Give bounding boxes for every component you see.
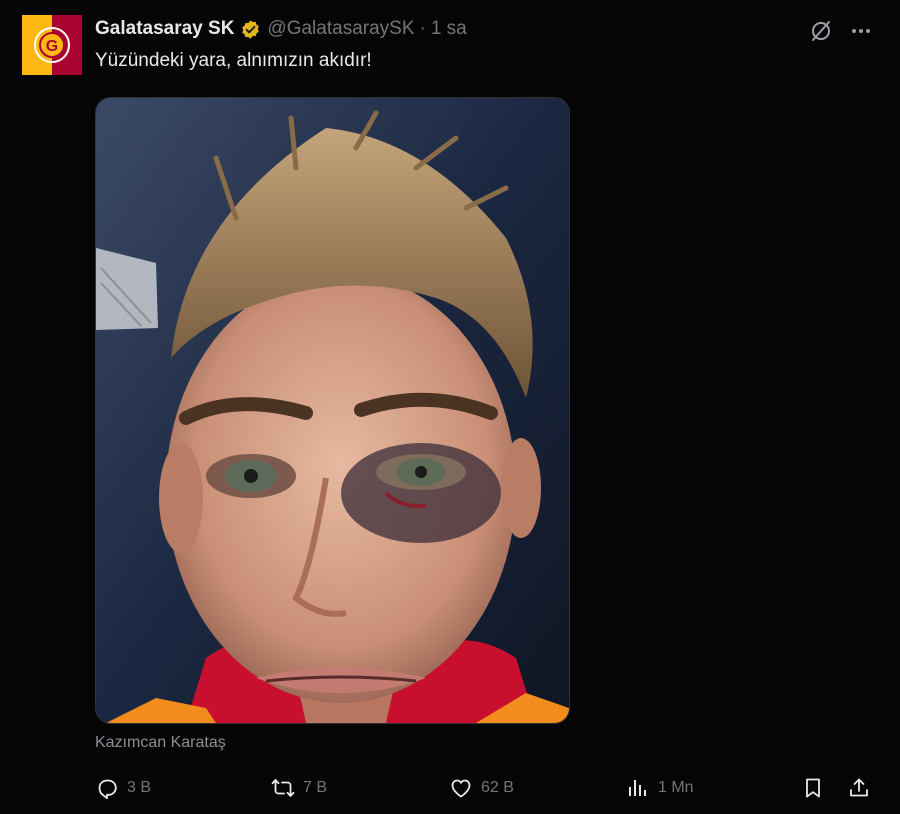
player-photo bbox=[96, 98, 569, 723]
reply-icon bbox=[95, 776, 119, 800]
more-icon[interactable] bbox=[848, 18, 874, 44]
heart-icon bbox=[449, 776, 473, 800]
repost-count: 7 B bbox=[303, 779, 328, 796]
like-count: 62 B bbox=[481, 779, 514, 796]
bookmark-icon bbox=[801, 776, 825, 800]
display-name[interactable]: Galatasaray SK bbox=[95, 18, 234, 40]
handle[interactable]: @GalatasaraySK bbox=[267, 18, 414, 40]
timestamp[interactable]: 1 sa bbox=[431, 18, 467, 40]
share-icon bbox=[847, 776, 871, 800]
photo-caption[interactable]: Kazımcan Karataş bbox=[95, 734, 226, 752]
share-button[interactable] bbox=[847, 770, 871, 806]
tweet-header: Galatasaray SK @GalatasaraySK · 1 sa bbox=[95, 16, 467, 42]
reply-button[interactable]: 3 B bbox=[95, 770, 151, 806]
like-button[interactable]: 62 B bbox=[449, 770, 514, 806]
bookmark-button[interactable] bbox=[801, 770, 825, 806]
views-chart-icon bbox=[626, 776, 650, 800]
verified-badge-icon[interactable] bbox=[240, 19, 261, 40]
reply-count: 3 B bbox=[127, 779, 152, 796]
tweet-text: Yüzündeki yara, alnımızın akıdır! bbox=[95, 50, 372, 71]
avatar-letter: G bbox=[46, 38, 58, 55]
separator-dot: · bbox=[419, 18, 426, 39]
action-bar: 3 B 7 B 62 B 1 Mn bbox=[95, 770, 875, 806]
tweet[interactable]: G Galatasaray SK @GalatasaraySK · 1 sa Y… bbox=[0, 0, 900, 814]
views-button[interactable]: 1 Mn bbox=[626, 770, 694, 806]
top-icons bbox=[808, 18, 874, 44]
repost-button[interactable]: 7 B bbox=[271, 770, 327, 806]
repost-icon bbox=[271, 776, 295, 800]
avatar[interactable]: G bbox=[22, 15, 82, 75]
tweet-photo[interactable] bbox=[95, 97, 570, 724]
views-count: 1 Mn bbox=[658, 779, 694, 796]
grok-icon[interactable] bbox=[808, 18, 834, 44]
